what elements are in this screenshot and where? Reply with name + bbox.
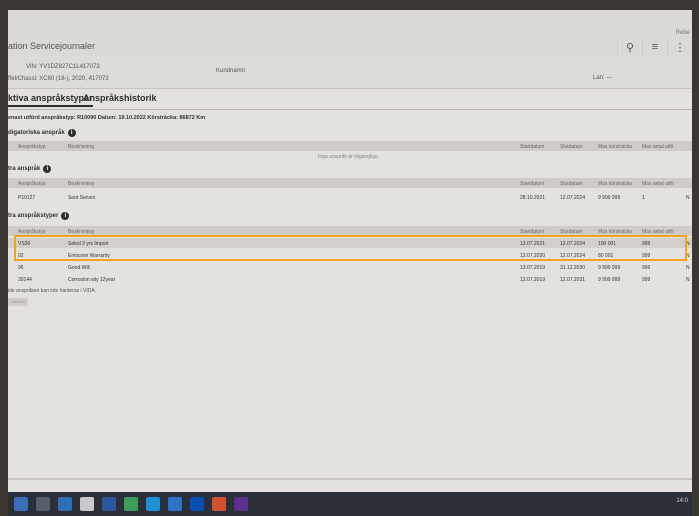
info-icon[interactable]: i (43, 165, 52, 173)
table-row[interactable]: 96 Good Will 13.07.2019 31.12.2030 9 999… (8, 262, 692, 272)
col-end: Slutdatum (560, 181, 583, 187)
vin-label: VIN: YV1DZ827C1L417073 (26, 64, 100, 70)
cell-type: P10127 (18, 195, 36, 201)
back-button[interactable]: Tillbaka (8, 298, 28, 306)
table-row[interactable]: 30144 Corrosion wty 12year 13.07.2019 12… (8, 274, 692, 284)
vehicle-info-bar: VIN: YV1DZ827C1L417073 ffel/Chassi: XC60… (8, 56, 692, 89)
cell-last: N (686, 265, 690, 271)
last-claim-summary: enast utförd anspråkstyp: R10090 Datum: … (8, 115, 206, 121)
more-icon[interactable]: ⋮ (667, 38, 692, 56)
cell-last: N (686, 195, 690, 201)
header-icons: ⚲ ≡ ⋮ (617, 38, 692, 56)
extra-claims-heading: tra anspråkstyper i (8, 212, 70, 220)
tab-bar: ktiva anspråkstyper Anspråkshistorik (8, 89, 692, 110)
page-title: ation Servicejournaler (8, 41, 96, 51)
chassis-label: ffel/Chassi: XC60 (18-), 2020, 417073 (8, 76, 109, 82)
other-claims-heading: tra anspråk i (8, 165, 52, 173)
horizontal-scrollbar[interactable] (8, 478, 692, 480)
info-icon[interactable]: i (67, 129, 76, 137)
col-start: Startdatum (520, 181, 545, 187)
cell-end: 12.07.2031 (560, 277, 586, 283)
cell-end: 12.07.2024 (560, 195, 586, 201)
chrome-icon[interactable] (124, 497, 138, 511)
mail-icon[interactable] (58, 497, 72, 511)
col-type: Anspråkstyp (18, 181, 46, 187)
col-start: Startdatum (520, 144, 545, 150)
cell-type: 96 (18, 265, 24, 271)
edge-icon[interactable] (146, 497, 160, 511)
system-tray-clock[interactable]: 14:0 (676, 498, 688, 504)
cell-last: N (686, 277, 690, 283)
task-view-icon[interactable] (36, 497, 50, 511)
info-icon[interactable]: i (61, 212, 70, 220)
teams-icon[interactable] (168, 497, 182, 511)
footnote: ide anspråken kan inte hanteras i VIDA. (8, 288, 97, 294)
windows-start-icon[interactable] (14, 497, 28, 511)
mandatory-claims-heading: digatoriska anspråk i (8, 129, 76, 137)
app-screen: Rebe ation Servicejournaler ⚲ ≡ ⋮ VIN: Y… (8, 10, 692, 500)
col-maxkm: Max körsträcka (598, 181, 632, 187)
other-table-header: Anspråkstyp Beskrivning Startdatum Slutd… (8, 178, 692, 188)
cell-end: 31.12.2030 (560, 265, 586, 271)
cell-maxkm: 9 999 999 (598, 195, 621, 201)
col-type: Anspråkstyp (18, 144, 46, 150)
app-icon[interactable] (80, 497, 94, 511)
cell-desc: Corrosion wty 12year (68, 277, 116, 283)
browser-icon[interactable] (102, 497, 116, 511)
cell-maxcount: 999 (642, 265, 651, 271)
col-desc: Beskrivning (68, 144, 94, 150)
app-header: ation Servicejournaler ⚲ ≡ ⋮ (8, 38, 692, 57)
cell-type: 30144 (18, 277, 32, 283)
app-icon-3[interactable] (234, 497, 248, 511)
section-label: digatoriska anspråk (8, 130, 65, 136)
selection-highlight (14, 235, 687, 261)
search-icon[interactable]: ⚲ (617, 38, 642, 56)
loan-label: Lan: --- (593, 75, 613, 81)
window-title-bar: Rebe (8, 10, 692, 39)
table-row[interactable]: P10127 Soot Sensor 28.10.2021 12.07.2024… (8, 192, 692, 202)
taskbar: 14:0 (8, 492, 692, 516)
empty-message: Inga anspråk är tillgängliga (318, 154, 378, 160)
cell-maxcount: 1 (642, 195, 645, 201)
col-desc: Beskrivning (68, 181, 94, 187)
section-label: tra anspråk (8, 166, 41, 172)
cell-maxkm: 9 999 999 (598, 277, 621, 283)
customer-name-label: Kundnamn (216, 68, 246, 74)
col-end: Slutdatum (560, 144, 583, 150)
cell-start: 13.07.2019 (520, 277, 546, 283)
tab-claim-history[interactable]: Anspråkshistorik (83, 93, 157, 103)
col-maxcount: Max antal utfö (642, 181, 674, 187)
cell-maxkm: 9 999 999 (598, 265, 621, 271)
user-label: Rebe (675, 30, 690, 36)
cell-start: 28.10.2021 (520, 195, 546, 201)
vida-icon[interactable] (190, 497, 204, 511)
mandatory-table-header: Anspråkstyp Beskrivning Startdatum Slutd… (8, 141, 692, 151)
cell-maxcount: 999 (642, 277, 651, 283)
cell-desc: Soot Sensor (68, 195, 96, 201)
tab-active-claim-types[interactable]: ktiva anspråkstyper (8, 93, 93, 107)
cell-desc: Good Will (68, 265, 90, 271)
app-icon-2[interactable] (212, 497, 226, 511)
col-maxkm: Max körsträcka (598, 144, 632, 150)
section-label: tra anspråkstyper (8, 213, 59, 219)
col-maxcount: Max antal utfö (642, 144, 674, 150)
hamburger-icon[interactable]: ≡ (642, 38, 667, 56)
cell-start: 13.07.2019 (520, 265, 546, 271)
